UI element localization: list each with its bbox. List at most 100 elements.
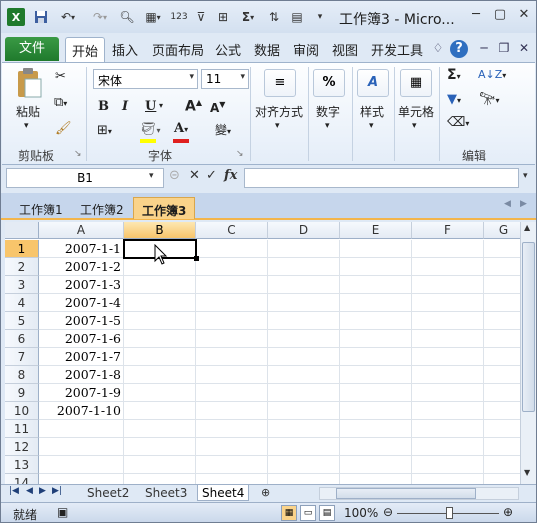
- underline-button[interactable]: U: [145, 99, 156, 114]
- cell-a9[interactable]: 2007-1-9: [39, 384, 124, 402]
- zoom-in-icon[interactable]: ⊕: [503, 505, 513, 519]
- cell-f14[interactable]: [412, 474, 484, 484]
- scroll-up-icon[interactable]: ▲: [524, 223, 530, 232]
- cell-e12[interactable]: [340, 438, 412, 456]
- tab-formulas[interactable]: 公式: [215, 40, 241, 59]
- row-header-6[interactable]: 6: [5, 330, 39, 348]
- tab-insert[interactable]: 插入: [112, 40, 138, 59]
- row-header-8[interactable]: 8: [5, 366, 39, 384]
- scroll-down-icon[interactable]: ▼: [524, 468, 530, 477]
- cells-dropdown-icon[interactable]: ▾: [412, 121, 417, 131]
- cell-b5[interactable]: [124, 312, 196, 330]
- sort-filter-icon[interactable]: A↓Z▾: [478, 68, 506, 81]
- cell-a13[interactable]: [39, 456, 124, 474]
- cell-f11[interactable]: [412, 420, 484, 438]
- cell-a11[interactable]: [39, 420, 124, 438]
- cell-a14[interactable]: [39, 474, 124, 484]
- column-header-e[interactable]: E: [340, 222, 412, 239]
- cell-e1[interactable]: [340, 240, 412, 258]
- cell-d13[interactable]: [268, 456, 340, 474]
- styles-label[interactable]: 样式: [360, 103, 384, 120]
- cell-g13[interactable]: [484, 456, 520, 474]
- sort-icon[interactable]: ⇅: [266, 8, 282, 26]
- help-icon[interactable]: ?: [450, 40, 468, 58]
- font-size-select[interactable]: 11 ▾: [201, 69, 249, 89]
- row-header-1[interactable]: 1: [5, 240, 39, 258]
- row-header-2[interactable]: 2: [5, 258, 39, 276]
- row-header-11[interactable]: 11: [5, 420, 39, 438]
- maximize-icon[interactable]: ▢: [489, 7, 511, 25]
- normal-view-icon[interactable]: ▦: [281, 505, 297, 521]
- number-dropdown-icon[interactable]: ▾: [325, 121, 330, 131]
- cell-f3[interactable]: [412, 276, 484, 294]
- zoom-slider-knob[interactable]: [446, 507, 453, 519]
- tab-review[interactable]: 审阅: [293, 40, 319, 59]
- namebox-dropdown-icon[interactable]: ▾: [149, 171, 154, 181]
- workbook-tab-2[interactable]: 工作簿2: [72, 197, 132, 219]
- row-header-5[interactable]: 5: [5, 312, 39, 330]
- number-label[interactable]: 数字: [316, 103, 340, 120]
- print-preview-icon[interactable]: 🔍︎: [119, 8, 135, 26]
- font-name-select[interactable]: 宋体 ▾: [93, 69, 198, 89]
- tab-home[interactable]: 开始: [65, 37, 106, 63]
- cancel-icon[interactable]: ✕: [189, 168, 200, 183]
- cell-f2[interactable]: [412, 258, 484, 276]
- cell-g2[interactable]: [484, 258, 520, 276]
- vertical-scrollbar[interactable]: ▲ ▼: [520, 222, 536, 484]
- paste-label[interactable]: 粘贴: [16, 103, 40, 120]
- cell-g1[interactable]: [484, 240, 520, 258]
- cell-d12[interactable]: [268, 438, 340, 456]
- macro-record-icon[interactable]: ▣: [57, 505, 68, 519]
- cell-c9[interactable]: [196, 384, 268, 402]
- font-color-icon[interactable]: A▾: [174, 121, 188, 136]
- cell-b8[interactable]: [124, 366, 196, 384]
- cell-a4[interactable]: 2007-1-4: [39, 294, 124, 312]
- cell-a3[interactable]: 2007-1-3: [39, 276, 124, 294]
- tab-scroll-right-icon[interactable]: ▶: [520, 199, 527, 209]
- borders-icon[interactable]: ⊞▾: [97, 123, 112, 138]
- cell-d7[interactable]: [268, 348, 340, 366]
- cell-e4[interactable]: [340, 294, 412, 312]
- row-header-10[interactable]: 10: [5, 402, 39, 420]
- paste-dropdown-icon[interactable]: ▾: [24, 121, 29, 131]
- tab-file[interactable]: 文件: [5, 37, 59, 61]
- column-header-a[interactable]: A: [39, 222, 124, 239]
- column-header-f[interactable]: F: [412, 222, 484, 239]
- clipboard-launcher-icon[interactable]: ↘: [74, 149, 82, 159]
- cell-f1[interactable]: [412, 240, 484, 258]
- fill-color-icon[interactable]: 🪣︎▾: [140, 122, 161, 137]
- column-header-b[interactable]: B: [124, 222, 196, 239]
- select-all-corner[interactable]: [5, 222, 39, 239]
- cell-c6[interactable]: [196, 330, 268, 348]
- cell-b6[interactable]: [124, 330, 196, 348]
- cell-b4[interactable]: [124, 294, 196, 312]
- cell-g5[interactable]: [484, 312, 520, 330]
- cell-d2[interactable]: [268, 258, 340, 276]
- name-box[interactable]: B1: [6, 168, 164, 188]
- cell-e9[interactable]: [340, 384, 412, 402]
- cell-a1[interactable]: 2007-1-1: [39, 240, 124, 258]
- cell-c4[interactable]: [196, 294, 268, 312]
- border-icon[interactable]: ⊞: [215, 8, 231, 26]
- sheet-tab-sheet2[interactable]: Sheet2: [83, 485, 133, 501]
- page-layout-view-icon[interactable]: ▭: [300, 505, 316, 521]
- fill-down-icon[interactable]: ▼▾: [447, 92, 461, 107]
- row-header-9[interactable]: 9: [5, 384, 39, 402]
- shrink-font-button[interactable]: A▼: [210, 100, 225, 115]
- tab-scroll-left-icon[interactable]: ◀: [504, 199, 511, 209]
- min-workbook-icon[interactable]: ─: [475, 41, 493, 59]
- cell-c5[interactable]: [196, 312, 268, 330]
- page-break-view-icon[interactable]: ▤: [319, 505, 335, 521]
- cell-d9[interactable]: [268, 384, 340, 402]
- cell-f8[interactable]: [412, 366, 484, 384]
- cell-c14[interactable]: [196, 474, 268, 484]
- cell-b12[interactable]: [124, 438, 196, 456]
- cell-g3[interactable]: [484, 276, 520, 294]
- cell-f7[interactable]: [412, 348, 484, 366]
- number-icon[interactable]: 123: [170, 8, 187, 26]
- cells-label[interactable]: 单元格: [398, 103, 434, 120]
- grow-font-button[interactable]: A▲: [185, 98, 202, 115]
- cells-icon[interactable]: ▦: [400, 69, 432, 97]
- cell-e11[interactable]: [340, 420, 412, 438]
- undo-icon[interactable]: ↶ ▾: [56, 8, 80, 26]
